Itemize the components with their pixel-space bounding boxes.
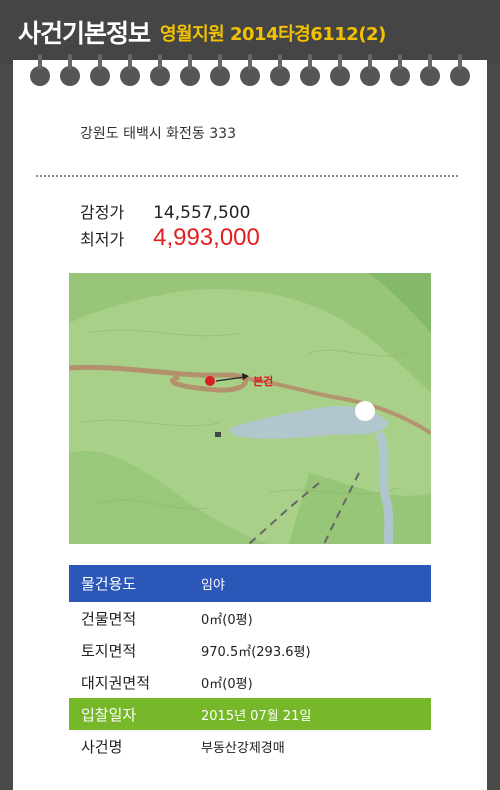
- binder-ring-icon: [30, 54, 50, 86]
- binder-ring-icon: [210, 54, 230, 86]
- binder-ring-icon: [120, 54, 140, 86]
- row-key: 건물면적: [81, 609, 137, 628]
- map-marker-label: 본건: [253, 374, 273, 388]
- binder-ring-icon: [300, 54, 320, 86]
- table-row: 물건용도 임야: [69, 565, 431, 602]
- minimum-label: 최저가: [80, 230, 125, 249]
- page-title: 사건기본정보: [18, 19, 151, 48]
- row-key: 대지권면적: [81, 673, 151, 692]
- row-value: 0㎡(0평): [201, 612, 253, 628]
- minimum-price-row: 최저가 4,993,000: [80, 224, 260, 252]
- binder-ring-icon: [60, 54, 80, 86]
- row-key: 토지면적: [81, 641, 137, 660]
- row-value: 2015년 07월 21일: [201, 708, 312, 724]
- dotted-divider: [36, 175, 458, 177]
- row-value: 임야: [201, 578, 225, 593]
- binder-ring-icon: [450, 54, 470, 86]
- row-key: 물건용도: [81, 575, 137, 593]
- row-value: 부동산강제경매: [201, 740, 285, 756]
- appraisal-label: 감정가: [80, 203, 125, 222]
- row-key: 사건명: [81, 737, 123, 756]
- details-table: 물건용도 임야 건물면적 0㎡(0평) 토지면적 970.5㎡(293.6평) …: [69, 565, 431, 762]
- appraisal-value: 14,557,500: [153, 203, 251, 223]
- row-key: 입찰일자: [81, 705, 137, 724]
- binder-ring-icon: [90, 54, 110, 86]
- row-value: 0㎡(0평): [201, 676, 253, 692]
- row-value: 970.5㎡(293.6평): [201, 644, 311, 660]
- case-number: 영월지원 2014타경6112(2): [160, 24, 386, 45]
- binder-ring-icon: [180, 54, 200, 86]
- binder-ring-icon: [420, 54, 440, 86]
- table-row: 사건명 부동산강제경매: [69, 730, 431, 762]
- location-map[interactable]: 본건: [69, 273, 431, 544]
- table-row: 대지권면적 0㎡(0평): [69, 666, 431, 698]
- binder-ring-icon: [270, 54, 290, 86]
- binder-rings: [30, 54, 470, 88]
- binder-ring-icon: [150, 54, 170, 86]
- map-graphic: 본건: [69, 273, 431, 544]
- property-address: 강원도 태백시 화전동 333: [80, 126, 236, 142]
- appraisal-price-row: 감정가 14,557,500: [80, 199, 250, 223]
- binder-ring-icon: [390, 54, 410, 86]
- binder-ring-icon: [240, 54, 260, 86]
- minimum-value: 4,993,000: [153, 224, 260, 251]
- binder-ring-icon: [330, 54, 350, 86]
- table-row: 토지면적 970.5㎡(293.6평): [69, 634, 431, 666]
- binder-ring-icon: [360, 54, 380, 86]
- table-row: 건물면적 0㎡(0평): [69, 602, 431, 634]
- table-row: 입찰일자 2015년 07월 21일: [69, 698, 431, 730]
